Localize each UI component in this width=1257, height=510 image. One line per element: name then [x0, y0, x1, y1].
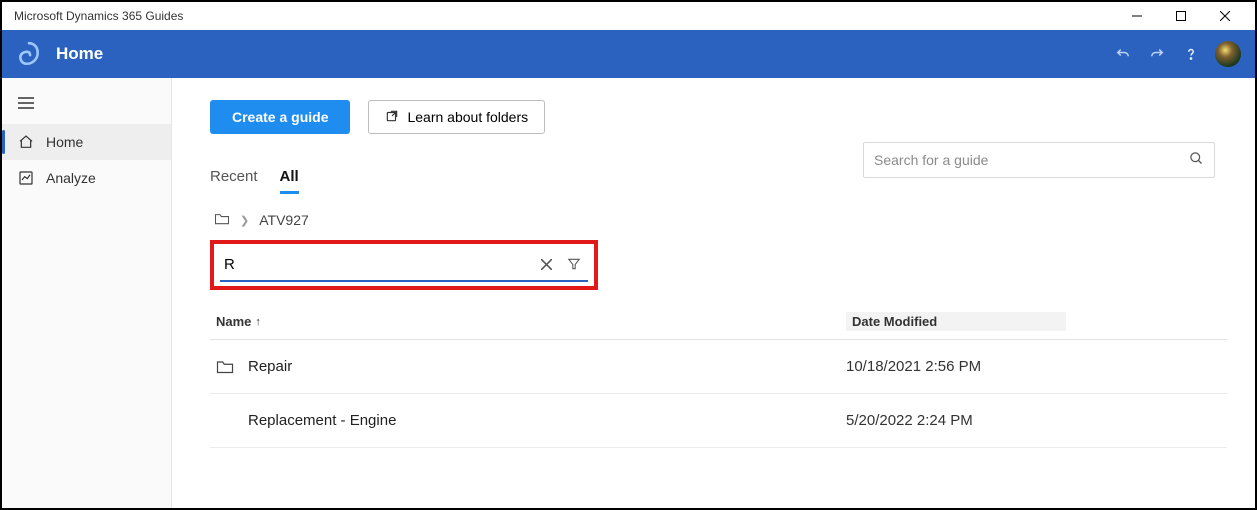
filter-highlight: [210, 240, 598, 290]
column-header-date-modified[interactable]: Date Modified: [846, 312, 1066, 331]
sidebar-item-analyze[interactable]: Analyze: [2, 160, 171, 196]
search-icon: [1189, 151, 1204, 169]
sidebar-item-home[interactable]: Home: [2, 124, 171, 160]
sort-ascending-icon: ↑: [255, 316, 261, 328]
window-close-button[interactable]: [1203, 2, 1247, 30]
learn-folders-button[interactable]: Learn about folders: [368, 100, 545, 134]
redo-icon[interactable]: [1147, 44, 1167, 64]
tab-recent[interactable]: Recent: [210, 168, 258, 194]
hamburger-button[interactable]: [2, 90, 171, 124]
clear-filter-button[interactable]: [532, 259, 560, 270]
table-row[interactable]: Repair 10/18/2021 2:56 PM: [210, 340, 1227, 394]
window-maximize-button[interactable]: [1159, 2, 1203, 30]
row-date: 10/18/2021 2:56 PM: [846, 358, 1106, 375]
table-header: Name ↑ Date Modified: [210, 304, 1227, 340]
app-header: Home: [2, 30, 1255, 78]
window-titlebar: Microsoft Dynamics 365 Guides: [2, 2, 1255, 30]
row-name: Replacement - Engine: [248, 412, 846, 429]
global-search[interactable]: Search for a guide: [863, 142, 1215, 178]
learn-folders-label: Learn about folders: [407, 109, 528, 125]
tab-all[interactable]: All: [280, 168, 299, 194]
sidebar-item-label: Home: [46, 134, 83, 150]
window-title: Microsoft Dynamics 365 Guides: [14, 9, 1115, 23]
table-row[interactable]: Replacement - Engine 5/20/2022 2:24 PM: [210, 394, 1227, 448]
sidebar-item-label: Analyze: [46, 170, 96, 186]
window-minimize-button[interactable]: [1115, 2, 1159, 30]
filter-icon[interactable]: [560, 257, 588, 271]
help-icon[interactable]: [1181, 44, 1201, 64]
page-title: Home: [56, 44, 1113, 64]
main-content: Create a guide Learn about folders Searc…: [172, 78, 1255, 508]
folder-icon: [216, 359, 248, 374]
row-date: 5/20/2022 2:24 PM: [846, 412, 1106, 429]
undo-icon[interactable]: [1113, 44, 1133, 64]
app-logo-icon: [16, 41, 42, 67]
chevron-right-icon: ❯: [240, 214, 249, 227]
sidebar: Home Analyze: [2, 78, 172, 508]
search-placeholder: Search for a guide: [874, 152, 1189, 168]
breadcrumb: ❯ ATV927: [210, 212, 1227, 228]
breadcrumb-current[interactable]: ATV927: [259, 212, 309, 228]
home-icon: [18, 134, 34, 150]
external-link-icon: [385, 109, 399, 126]
avatar[interactable]: [1215, 41, 1241, 67]
column-header-name[interactable]: Name ↑: [216, 312, 846, 331]
folder-root-icon[interactable]: [214, 212, 230, 228]
create-guide-button[interactable]: Create a guide: [210, 100, 350, 134]
row-name: Repair: [248, 358, 846, 375]
folder-filter-input[interactable]: [220, 254, 532, 275]
analyze-icon: [18, 170, 34, 186]
